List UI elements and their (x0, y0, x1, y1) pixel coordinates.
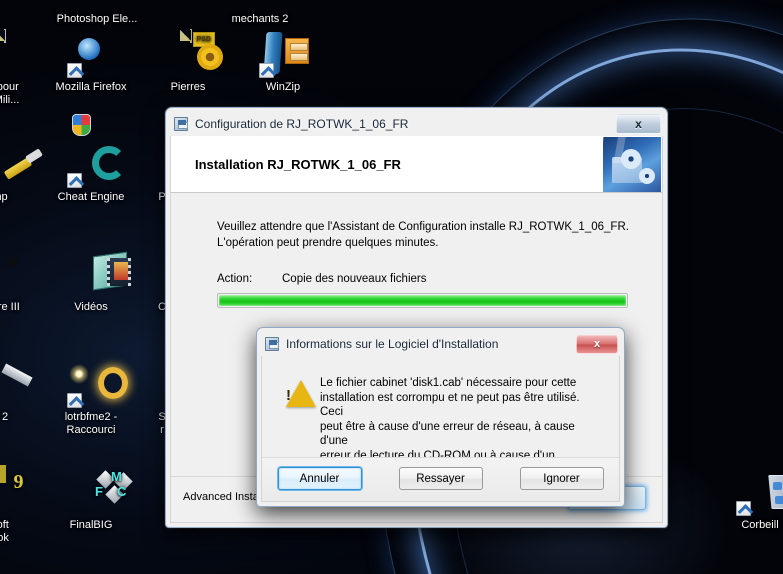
installer-cd-box-icon (603, 136, 661, 192)
installer-action-row: Action: Copie des nouveaux fichiers (217, 273, 636, 285)
installer-title: Configuration de RJ_ROTWK_1_06_FR (195, 117, 409, 131)
installer-progress-fill (219, 295, 626, 306)
desktop-icon-recycle-bin[interactable]: Corbeill (718, 468, 783, 532)
desktop-icon-label: le pouru Mili... (0, 81, 20, 106)
desktop[interactable]: Photoshop Ele... mechants 2 le pouru Mili.… (0, 0, 783, 574)
desktop-icon-microsoft-outlook[interactable]: softook (0, 465, 42, 545)
desktop-icon-label: mechants 2 (231, 13, 289, 25)
desktop-icon-label: Mozilla Firefox (55, 81, 127, 93)
desktop-icon-label: mp (0, 191, 8, 203)
error-dialog-button-row: Annuler Ressayer Ignorer (262, 457, 619, 501)
desktop-icon-game-p2[interactable]: P 2 (0, 360, 42, 424)
installer-window-controls[interactable]: x (616, 114, 661, 134)
pad-icon (0, 250, 24, 298)
desktop-icon-label: mpire III (0, 301, 20, 313)
retry-button[interactable]: Ressayer (398, 467, 483, 490)
error-dialog-title: Informations sur le Logiciel d'Installat… (286, 337, 499, 351)
error-message-line: Le fichier cabinet 'disk1.cab' nécessair… (320, 377, 577, 389)
installer-content: Veuillez attendre que l'Assistant de Con… (171, 193, 662, 308)
outlook-icon (0, 465, 24, 516)
desktop-icon-label: Photoshop Ele... (56, 13, 138, 25)
desktop-icon-photoshop-elements[interactable]: Photoshop Ele... (55, 0, 139, 26)
folder-hidden-icon (236, 0, 284, 10)
finalbig-icon: MFC (67, 468, 133, 516)
ignore-button[interactable]: Ignorer (519, 467, 604, 490)
desktop-icon-age-of-empire-iii[interactable]: mpire III (0, 250, 42, 314)
desktop-icon-label: Pierres (170, 81, 206, 93)
installer-brand-label: Advanced Instal (183, 491, 262, 503)
installer-action-value: Copie des nouveaux fichiers (282, 273, 427, 285)
desktop-icon-gimp[interactable]: mp (0, 140, 43, 204)
installer-package-icon (174, 116, 190, 132)
doc-icon (0, 29, 26, 78)
installer-titlebar[interactable]: Configuration de RJ_ROTWK_1_06_FR x (170, 112, 663, 136)
psd-icon: PSD (164, 29, 223, 78)
bin-icon (736, 468, 783, 516)
desktop-icon-finalbig[interactable]: MFC FinalBIG (49, 468, 133, 532)
error-dialog-package-icon (265, 336, 281, 352)
cheat-icon (67, 114, 126, 188)
installer-action-label: Action: (217, 273, 253, 285)
installer-message-line-2: L'opération peut prendre quelques minute… (217, 237, 439, 249)
installer-banner: Installation RJ_ROTWK_1_06_FR (171, 136, 662, 193)
desktop-icon-mechants-2[interactable]: mechants 2 (218, 0, 302, 26)
desktop-icon-mozilla-firefox[interactable]: Mozilla Firefox (49, 30, 133, 94)
installer-progress-bar (217, 293, 628, 308)
cancel-button[interactable]: Annuler (277, 467, 362, 490)
desktop-icon-label: softook (0, 519, 9, 544)
videos-icon (67, 250, 131, 298)
close-icon[interactable]: x (616, 114, 661, 134)
winzip-icon (259, 30, 309, 78)
sword-icon (0, 360, 33, 408)
error-message-line: installation est corrompu et ne peut pas… (320, 391, 580, 419)
error-dialog-titlebar[interactable]: Informations sur le Logiciel d'Installat… (261, 332, 620, 356)
error-message-line: peut être à cause d'une erreur de réseau… (320, 420, 575, 448)
pse-icon (73, 0, 121, 10)
desktop-icon-label: Corbeill (741, 519, 779, 531)
close-icon[interactable]: x (576, 334, 618, 354)
desktop-icon-label: P 2 (0, 411, 9, 423)
error-dialog-window[interactable]: Informations sur le Logiciel d'Installat… (256, 327, 625, 507)
desktop-icon-document-pour-mili[interactable]: le pouru Mili... (0, 29, 44, 107)
installer-message-line-1: Veuillez attendre que l'Assistant de Con… (217, 221, 629, 233)
brush-icon (0, 140, 43, 188)
firefox-icon (67, 30, 115, 78)
desktop-icon-winzip[interactable]: WinZip (241, 30, 325, 94)
error-dialog-body: Le fichier cabinet 'disk1.cab' nécessair… (261, 356, 620, 502)
ring-icon (67, 360, 128, 408)
installer-banner-title: Installation RJ_ROTWK_1_06_FR (195, 156, 401, 172)
desktop-icon-pierres-psd[interactable]: PSD Pierres (146, 29, 230, 94)
desktop-icon-label: FinalBIG (69, 519, 113, 531)
desktop-icon-label: WinZip (265, 81, 301, 93)
